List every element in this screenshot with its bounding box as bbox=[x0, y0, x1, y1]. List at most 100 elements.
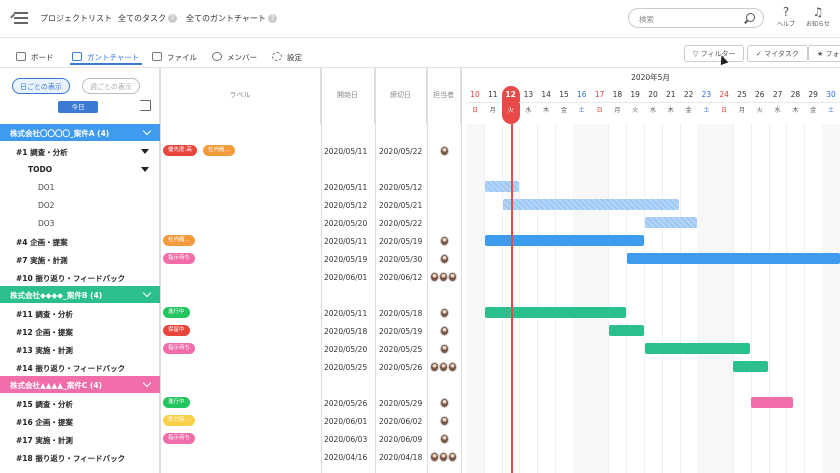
gantt-bar[interactable] bbox=[503, 199, 679, 210]
avatar[interactable] bbox=[430, 452, 439, 462]
expand-triangle-icon[interactable] bbox=[141, 149, 149, 154]
task-row[interactable]: TODO bbox=[0, 160, 840, 178]
end-date[interactable]: 2020/05/29 bbox=[379, 399, 422, 408]
task-name[interactable]: #16 企画・提案 bbox=[16, 417, 73, 428]
end-date[interactable]: 2020/05/30 bbox=[379, 255, 422, 264]
status-label[interactable]: 進行中 bbox=[163, 397, 190, 408]
tab-gantt[interactable]: ガントチャート bbox=[72, 52, 139, 63]
start-date[interactable]: 2020/05/25 bbox=[324, 363, 367, 372]
avatar[interactable] bbox=[440, 398, 449, 408]
start-date[interactable]: 2020/05/11 bbox=[324, 147, 367, 156]
end-date[interactable]: 2020/05/22 bbox=[379, 147, 422, 156]
end-date[interactable]: 2020/05/18 bbox=[379, 309, 422, 318]
task-name[interactable]: #7 実施・計測 bbox=[16, 255, 68, 266]
task-row[interactable]: #12 企画・提案 保留中 2020/05/18 2020/05/19 bbox=[0, 322, 840, 340]
task-row[interactable]: #10 振り返り・フィードバック 2020/06/01 2020/06/12 bbox=[0, 268, 840, 286]
start-date[interactable]: 2020/05/18 bbox=[324, 327, 367, 336]
status-label[interactable]: 気力待… bbox=[163, 415, 196, 426]
status-label[interactable]: 社内確… bbox=[163, 235, 196, 246]
task-row[interactable]: DO2 2020/05/12 2020/05/21 bbox=[0, 196, 840, 214]
task-name[interactable]: DO3 bbox=[38, 219, 54, 228]
start-date[interactable]: 2020/05/26 bbox=[324, 399, 367, 408]
avatar[interactable] bbox=[439, 272, 448, 282]
end-date[interactable]: 2020/06/12 bbox=[379, 273, 422, 282]
nav-all-tasks[interactable]: 全てのタスク? bbox=[118, 13, 177, 24]
task-name[interactable]: #17 実施・計測 bbox=[16, 435, 73, 446]
task-row[interactable]: #1 調査・分析 優先度:高 社内確… 2020/05/11 2020/05/22 bbox=[0, 142, 840, 160]
task-name[interactable]: DO1 bbox=[38, 183, 54, 192]
tab-settings[interactable]: 設定 bbox=[272, 52, 302, 63]
start-date[interactable]: 2020/06/03 bbox=[324, 435, 367, 444]
avatar[interactable] bbox=[448, 362, 457, 372]
avatar[interactable] bbox=[439, 362, 448, 372]
task-row[interactable]: #13 実施・計測 指示待ち 2020/05/20 2020/05/25 bbox=[0, 340, 840, 358]
task-row[interactable]: #16 企画・提案 気力待… 2020/06/01 2020/06/02 bbox=[0, 412, 840, 430]
task-name[interactable]: #18 振り返り・フィードバック bbox=[16, 453, 125, 464]
start-date[interactable]: 2020/05/11 bbox=[324, 183, 367, 192]
task-row[interactable]: DO1 2020/05/11 2020/05/12 bbox=[0, 178, 840, 196]
avatar[interactable] bbox=[440, 146, 449, 156]
avatar[interactable] bbox=[440, 434, 449, 444]
my-tasks-button[interactable]: ✓ マイタスク bbox=[747, 45, 808, 62]
avatar[interactable] bbox=[439, 452, 448, 462]
status-label[interactable]: 進行中 bbox=[163, 307, 190, 318]
task-name[interactable]: #15 調査・分析 bbox=[16, 399, 73, 410]
start-date[interactable]: 2020/05/19 bbox=[324, 255, 367, 264]
start-date[interactable]: 2020/05/12 bbox=[324, 201, 367, 210]
end-date[interactable]: 2020/05/26 bbox=[379, 363, 422, 372]
nav-all-gantt[interactable]: 全てのガントチャート? bbox=[186, 13, 277, 24]
collapse-panel-icon[interactable] bbox=[140, 100, 151, 111]
task-name[interactable]: #10 振り返り・フィードバック bbox=[16, 273, 125, 284]
chevron-down-icon[interactable] bbox=[142, 378, 152, 388]
status-label[interactable]: 社内確… bbox=[203, 145, 236, 156]
gantt-bar[interactable] bbox=[645, 343, 750, 354]
task-name[interactable]: TODO bbox=[28, 165, 52, 174]
search-input[interactable]: 検索 bbox=[628, 8, 764, 28]
avatar[interactable] bbox=[448, 272, 457, 282]
avatar[interactable] bbox=[440, 326, 449, 336]
status-label[interactable]: 指示待ち bbox=[163, 343, 196, 354]
tab-board[interactable]: ボード bbox=[16, 52, 54, 63]
group-header[interactable]: 株式会社▲▲▲▲_案件C (4) bbox=[0, 376, 160, 393]
gantt-bar[interactable] bbox=[485, 307, 626, 318]
notifications-button[interactable]: ♫ お知らせ bbox=[803, 6, 833, 29]
task-row[interactable]: #4 企画・提案 社内確… 2020/05/11 2020/05/19 bbox=[0, 232, 840, 250]
gantt-bar[interactable] bbox=[609, 325, 644, 336]
task-row[interactable]: #15 調査・分析 進行中 2020/05/26 2020/05/29 bbox=[0, 394, 840, 412]
task-name[interactable]: #4 企画・提案 bbox=[16, 237, 68, 248]
chevron-down-icon[interactable] bbox=[142, 126, 152, 136]
task-name[interactable]: #11 調査・分析 bbox=[16, 309, 73, 320]
status-label[interactable]: 優先度:高 bbox=[163, 145, 197, 156]
avatar[interactable] bbox=[440, 344, 449, 354]
status-label[interactable]: 保留中 bbox=[163, 325, 190, 336]
task-name[interactable]: #13 実施・計測 bbox=[16, 345, 73, 356]
task-name[interactable]: #14 振り返り・フィードバック bbox=[16, 363, 125, 374]
task-row[interactable]: #17 実施・計測 指示待ち 2020/06/03 2020/06/09 bbox=[0, 430, 840, 448]
task-row[interactable]: #18 振り返り・フィードバック 2020/04/16 2020/04/18 bbox=[0, 448, 840, 466]
back-menu-icon[interactable] bbox=[10, 12, 28, 24]
avatar[interactable] bbox=[440, 236, 449, 246]
avatar[interactable] bbox=[440, 416, 449, 426]
avatar[interactable] bbox=[448, 452, 457, 462]
status-label[interactable]: 指示待ち bbox=[163, 433, 196, 444]
today-button[interactable]: 今日 bbox=[58, 101, 98, 113]
start-date[interactable]: 2020/06/01 bbox=[324, 273, 367, 282]
task-name[interactable]: #12 企画・提案 bbox=[16, 327, 73, 338]
task-name[interactable]: DO2 bbox=[38, 201, 54, 210]
start-date[interactable]: 2020/05/11 bbox=[324, 237, 367, 246]
tab-members[interactable]: メンバー bbox=[212, 52, 257, 63]
task-row[interactable]: #7 実施・計測 指示待ち 2020/05/19 2020/05/30 bbox=[0, 250, 840, 268]
favorites-button[interactable]: ★ フォ bbox=[808, 45, 840, 62]
avatar[interactable] bbox=[430, 362, 439, 372]
filter-button[interactable]: ▽ フィルター bbox=[684, 45, 745, 62]
nav-project-list[interactable]: プロジェクトリスト bbox=[40, 13, 112, 24]
start-date[interactable]: 2020/06/01 bbox=[324, 417, 367, 426]
end-date[interactable]: 2020/05/22 bbox=[379, 219, 422, 228]
task-name[interactable]: #1 調査・分析 bbox=[16, 147, 68, 158]
gantt-bar[interactable] bbox=[627, 253, 840, 264]
help-button[interactable]: ? ヘルプ bbox=[771, 6, 801, 29]
group-header[interactable]: 株式会社〇〇〇〇_案件A (4) bbox=[0, 124, 160, 141]
gantt-bar[interactable] bbox=[485, 181, 519, 192]
avatar[interactable] bbox=[440, 254, 449, 264]
day-view-button[interactable]: 日ごとの表示 bbox=[12, 78, 70, 94]
